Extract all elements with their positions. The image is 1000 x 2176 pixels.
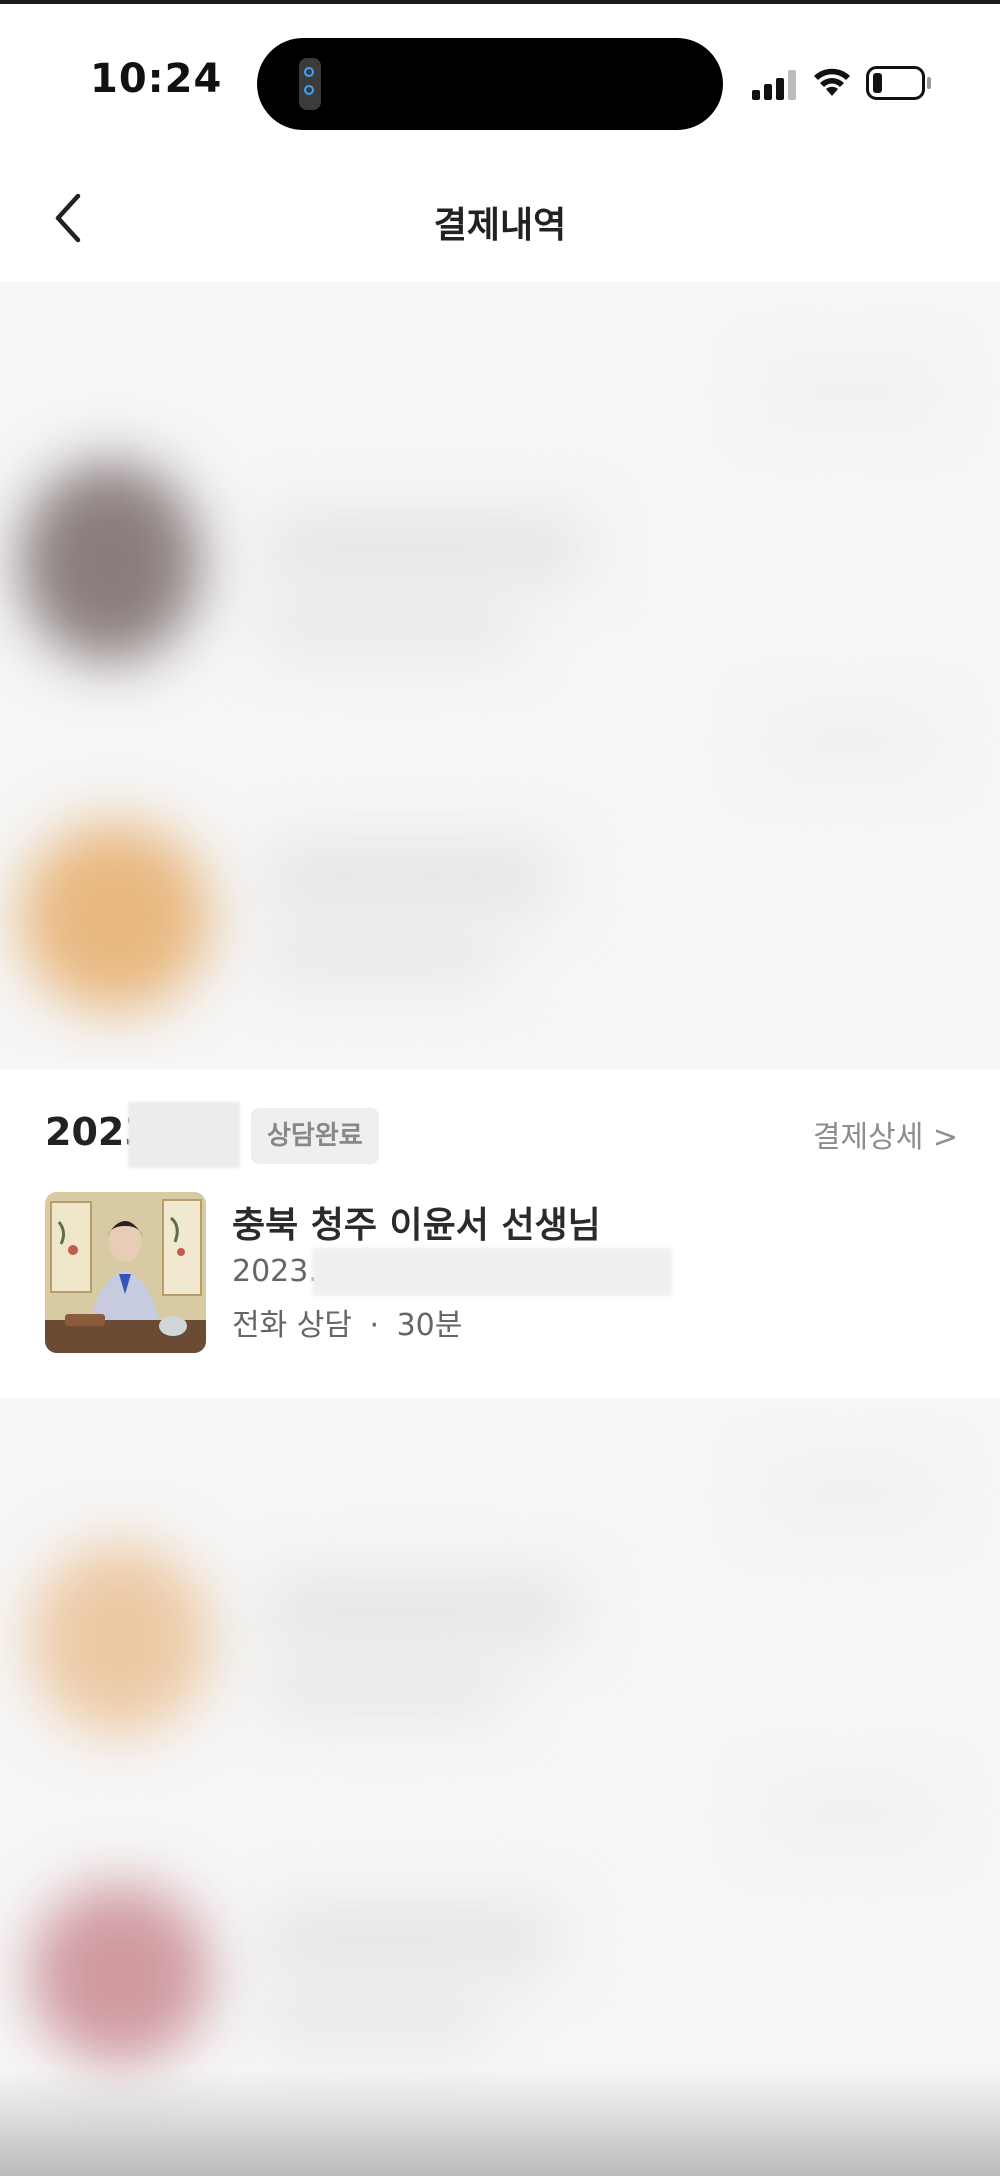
consultation-date: 2023. [232, 1254, 318, 1289]
payment-history-card[interactable]: 2023 상담완료 결제상세 > 충북 청주 이윤서 선생님 2023. 전화 … [0, 1070, 1000, 1398]
blurred-thumbnail [30, 1884, 210, 2064]
status-time: 10:24 [90, 56, 223, 102]
blurred-text [760, 712, 940, 772]
date-mask [312, 1248, 672, 1296]
counselor-photo [45, 1192, 206, 1353]
separator-dot: · [369, 1308, 380, 1343]
blurred-thumbnail [20, 822, 210, 1012]
blurred-history-list-bottom [0, 1404, 1000, 2176]
signal-icon [752, 70, 796, 100]
status-badge: 상담완료 [251, 1108, 379, 1164]
camera-indicator-icon [299, 58, 321, 110]
date-mask [128, 1102, 240, 1168]
page-title: 결제내역 [433, 205, 567, 246]
service-info: 전화 상담 · 30분 [232, 1300, 462, 1344]
payment-detail-link[interactable]: 결제상세 > [813, 1112, 958, 1156]
battery-icon [866, 66, 931, 100]
blurred-text [760, 1464, 940, 1524]
wifi-icon [814, 68, 850, 96]
service-duration: 30분 [396, 1308, 463, 1343]
blurred-text [760, 1784, 940, 1844]
blurred-history-list-top [0, 282, 1000, 1062]
dynamic-island [257, 38, 723, 130]
status-bar: 10:24 [0, 4, 1000, 154]
blurred-text [260, 602, 520, 652]
blurred-text [260, 1994, 490, 2044]
blurred-text [260, 1664, 510, 1714]
blurred-text [260, 932, 500, 982]
counselor-name: 충북 청주 이윤서 선생님 [232, 1205, 601, 1246]
service-type: 전화 상담 [232, 1308, 352, 1343]
blurred-text [260, 1574, 580, 1644]
blurred-thumbnail [20, 462, 200, 662]
blurred-text [260, 842, 560, 912]
blurred-text [760, 362, 940, 422]
bottom-fade [0, 2070, 1000, 2176]
blurred-text [260, 512, 590, 582]
counselor-photo-image [45, 1192, 206, 1353]
nav-header: 결제내역 [0, 154, 1000, 282]
blurred-text [260, 1904, 560, 1974]
blurred-thumbnail [30, 1544, 210, 1734]
